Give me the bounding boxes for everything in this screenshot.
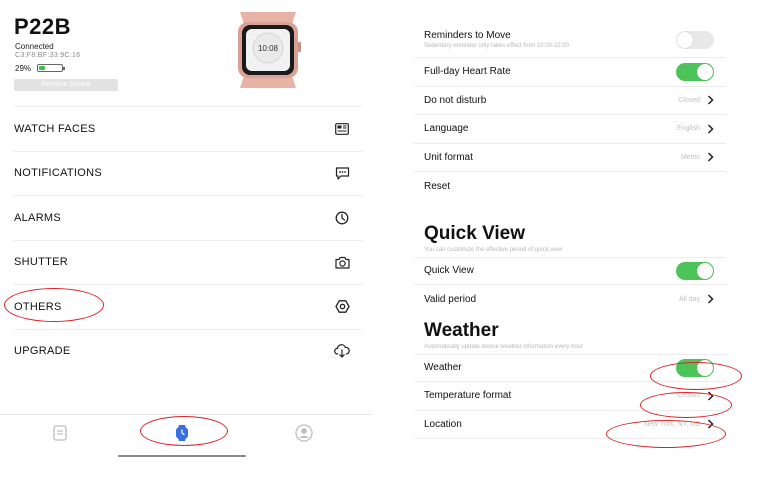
gear-icon	[334, 299, 350, 315]
reminders-row[interactable]: Reminders to Move Sedentary reminder onl…	[414, 22, 726, 58]
valid-period-value: All day	[678, 295, 700, 303]
menu-item-label: UPGRADE	[14, 345, 71, 358]
device-panel: P22B Connected C3:F8:BF:33:9C:16 29% Rem…	[0, 0, 372, 478]
dnd-title: Do not disturb	[424, 94, 487, 106]
reminders-subtitle: Sedentary reminder only takes effect fro…	[424, 43, 569, 49]
home-indicator	[118, 455, 246, 457]
chevron-right-icon	[706, 391, 714, 401]
chevron-right-icon	[706, 124, 714, 134]
menu-item-alarms[interactable]: ALARMS	[14, 195, 362, 240]
cloud-download-icon	[334, 343, 350, 359]
unit-title: Unit format	[424, 151, 473, 163]
weather-subtitle: Automatically update device weather info…	[424, 343, 584, 350]
menu-item-watch-faces[interactable]: WATCH FACES	[14, 106, 362, 151]
battery-icon	[37, 64, 66, 72]
chevron-right-icon	[706, 95, 714, 105]
quick-view-heading: Quick View	[424, 222, 526, 244]
menu-item-others[interactable]: OTHERS	[14, 284, 362, 329]
quick-view-toggle[interactable]	[676, 261, 714, 280]
weather-toggle[interactable]	[676, 358, 714, 377]
list-icon[interactable]	[50, 423, 70, 443]
watch-face-time: 10:08	[258, 44, 279, 53]
menu-item-label: SHUTTER	[14, 256, 69, 269]
unit-format-row[interactable]: Unit format Metric	[414, 144, 726, 172]
connection-status: Connected	[15, 42, 54, 51]
toggle-knob	[697, 63, 713, 80]
chevron-right-icon	[706, 419, 714, 429]
toggle-knob	[677, 31, 693, 48]
toggle-knob	[697, 359, 713, 376]
watch-face-icon	[334, 121, 350, 137]
battery-percent: 29%	[15, 63, 32, 73]
reminders-title: Reminders to Move	[424, 30, 511, 41]
heart-rate-toggle[interactable]	[676, 62, 714, 81]
reminders-toggle[interactable]	[676, 30, 714, 49]
heart-rate-title: Full-day Heart Rate	[424, 66, 511, 78]
menu-item-notifications[interactable]: NOTIFICATIONS	[14, 150, 362, 196]
clock-icon	[334, 210, 350, 226]
unit-value: Metric	[680, 153, 700, 161]
location-row[interactable]: Location New York, NY, US	[414, 411, 726, 439]
watch-icon[interactable]	[172, 423, 192, 443]
chevron-right-icon	[706, 294, 714, 304]
language-row[interactable]: Language English	[414, 115, 726, 144]
weather-heading: Weather	[424, 319, 499, 341]
bottom-tab-bar	[0, 414, 372, 454]
reset-row[interactable]: Reset	[414, 172, 726, 201]
device-name: P22B	[14, 14, 72, 39]
menu-item-upgrade[interactable]: UPGRADE	[14, 328, 362, 374]
location-title: Location	[424, 418, 462, 430]
weather-row[interactable]: Weather	[414, 353, 726, 382]
quick-view-title: Quick View	[424, 265, 474, 277]
reset-title: Reset	[424, 180, 451, 192]
menu-item-label: NOTIFICATIONS	[14, 167, 103, 180]
battery-row: 29%	[15, 63, 66, 73]
message-icon	[334, 165, 350, 181]
smartwatch-image: 10:08	[238, 12, 301, 88]
device-menu: WATCH FACES NOTIFICATIONS ALARMS SHUTTER…	[14, 106, 362, 373]
menu-item-label: WATCH FACES	[14, 122, 96, 135]
battery-fill	[39, 66, 46, 70]
valid-period-row[interactable]: Valid period All day	[414, 285, 726, 314]
camera-icon	[334, 254, 350, 270]
menu-item-label: ALARMS	[14, 211, 62, 224]
remove-device-button[interactable]: Remove Device	[14, 79, 118, 91]
weather-title: Weather	[424, 362, 462, 374]
menu-item-shutter[interactable]: SHUTTER	[14, 239, 362, 285]
location-value: New York, NY, US	[644, 420, 700, 428]
do-not-disturb-row[interactable]: Do not disturb Closed	[414, 87, 726, 115]
menu-item-label: OTHERS	[14, 300, 62, 313]
dnd-value: Closed	[678, 96, 700, 104]
heart-rate-row[interactable]: Full-day Heart Rate	[414, 58, 726, 87]
settings-panel: Reminders to Move Sedentary reminder onl…	[414, 22, 726, 439]
toggle-knob	[697, 262, 713, 279]
language-value: English	[677, 125, 700, 133]
quick-view-row[interactable]: Quick View	[414, 256, 726, 285]
language-title: Language	[424, 123, 469, 135]
valid-period-title: Valid period	[424, 293, 477, 305]
temperature-format-row[interactable]: Temperature format Celsius	[414, 382, 726, 411]
device-mac-address: C3:F8:BF:33:9C:16	[15, 52, 81, 59]
temperature-value: Celsius	[677, 392, 700, 400]
temperature-title: Temperature format	[424, 390, 512, 402]
chevron-right-icon	[706, 152, 714, 162]
quick-view-subtitle: You can customize the effective period o…	[424, 246, 563, 253]
profile-icon[interactable]	[294, 423, 314, 443]
